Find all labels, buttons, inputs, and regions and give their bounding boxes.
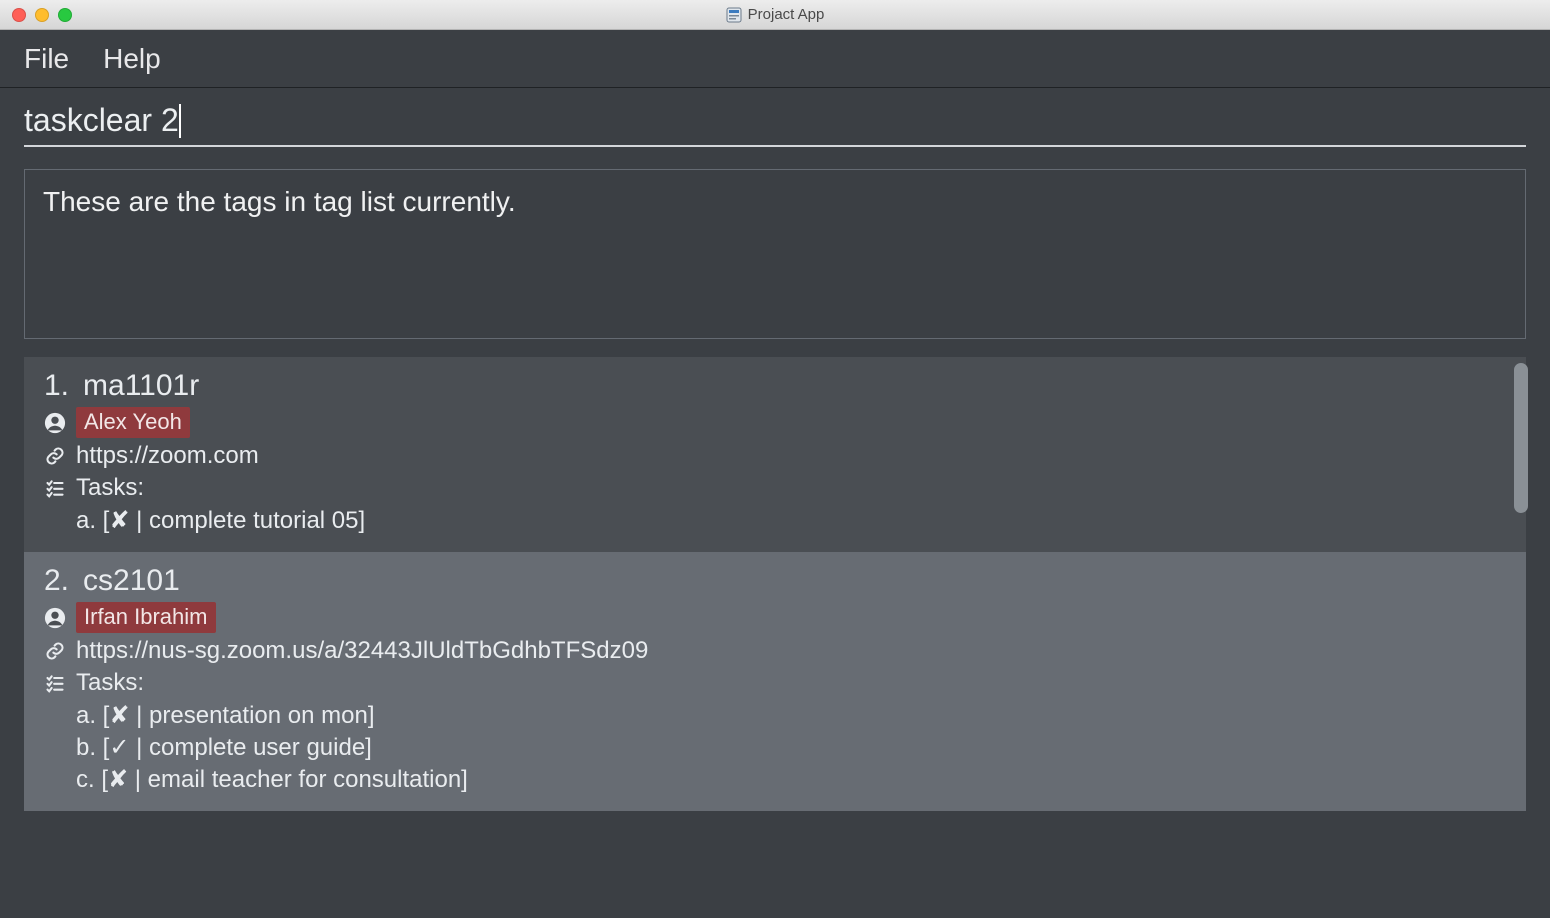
- menu-file[interactable]: File: [24, 43, 69, 75]
- tag-index: 1.: [44, 369, 69, 403]
- scrollbar-thumb[interactable]: [1514, 363, 1528, 513]
- tasks-icon: [44, 477, 66, 499]
- tag-list-container: 1. ma1101r Alex Yeoh https://zoom.com Tasks:…: [24, 357, 1526, 867]
- traffic-lights: [12, 8, 72, 22]
- window-title-text: Projact App: [748, 6, 825, 23]
- tag-card[interactable]: 1. ma1101r Alex Yeoh https://zoom.com Tasks:…: [24, 357, 1526, 552]
- link-text: https://nus-sg.zoom.us/a/32443JlUldTbGdh…: [76, 637, 648, 665]
- tag-name: cs2101: [83, 564, 180, 598]
- menubar: File Help: [0, 30, 1550, 88]
- command-input[interactable]: taskclear 2: [24, 102, 179, 139]
- task-line: a. [✘ | presentation on mon]: [76, 701, 1506, 730]
- person-chip: Alex Yeoh: [76, 407, 190, 438]
- task-line: c. [✘ | email teacher for consultation]: [76, 765, 1506, 794]
- tag-card[interactable]: 2. cs2101 Irfan Ibrahim https://nus-sg.zoom…: [24, 552, 1526, 811]
- close-window-button[interactable]: [12, 8, 26, 22]
- link-row: https://zoom.com: [44, 442, 1506, 470]
- link-text: https://zoom.com: [76, 442, 259, 470]
- tag-name: ma1101r: [83, 369, 199, 403]
- task-line: b. [✓ | complete user guide]: [76, 733, 1506, 762]
- person-row: Irfan Ibrahim: [44, 602, 1506, 633]
- tasks-block: a. [✘ | complete tutorial 05]: [76, 506, 1506, 535]
- person-icon: [44, 412, 66, 434]
- tasks-header-row: Tasks:: [44, 474, 1506, 502]
- tag-index: 2.: [44, 564, 69, 598]
- link-row: https://nus-sg.zoom.us/a/32443JlUldTbGdh…: [44, 637, 1506, 665]
- text-cursor: [179, 104, 181, 138]
- person-row: Alex Yeoh: [44, 407, 1506, 438]
- menu-help[interactable]: Help: [103, 43, 161, 75]
- command-area: taskclear 2: [0, 88, 1550, 155]
- link-icon: [44, 640, 66, 662]
- tag-card-title: 2. cs2101: [44, 564, 1506, 598]
- tasks-block: a. [✘ | presentation on mon] b. [✓ | comp…: [76, 701, 1506, 794]
- link-icon: [44, 445, 66, 467]
- minimize-window-button[interactable]: [35, 8, 49, 22]
- maximize-window-button[interactable]: [58, 8, 72, 22]
- titlebar: Projact App: [0, 0, 1550, 30]
- tasks-header-row: Tasks:: [44, 669, 1506, 697]
- tag-list[interactable]: 1. ma1101r Alex Yeoh https://zoom.com Tasks:…: [24, 357, 1526, 867]
- tasks-label: Tasks:: [76, 474, 144, 502]
- person-chip: Irfan Ibrahim: [76, 602, 216, 633]
- app-icon: [726, 7, 742, 23]
- window-title: Projact App: [0, 6, 1550, 23]
- status-message-box: These are the tags in tag list currently…: [24, 169, 1526, 339]
- tasks-icon: [44, 672, 66, 694]
- tag-card-title: 1. ma1101r: [44, 369, 1506, 403]
- tasks-label: Tasks:: [76, 669, 144, 697]
- person-icon: [44, 607, 66, 629]
- status-message-text: These are the tags in tag list currently…: [43, 186, 516, 217]
- task-line: a. [✘ | complete tutorial 05]: [76, 506, 1506, 535]
